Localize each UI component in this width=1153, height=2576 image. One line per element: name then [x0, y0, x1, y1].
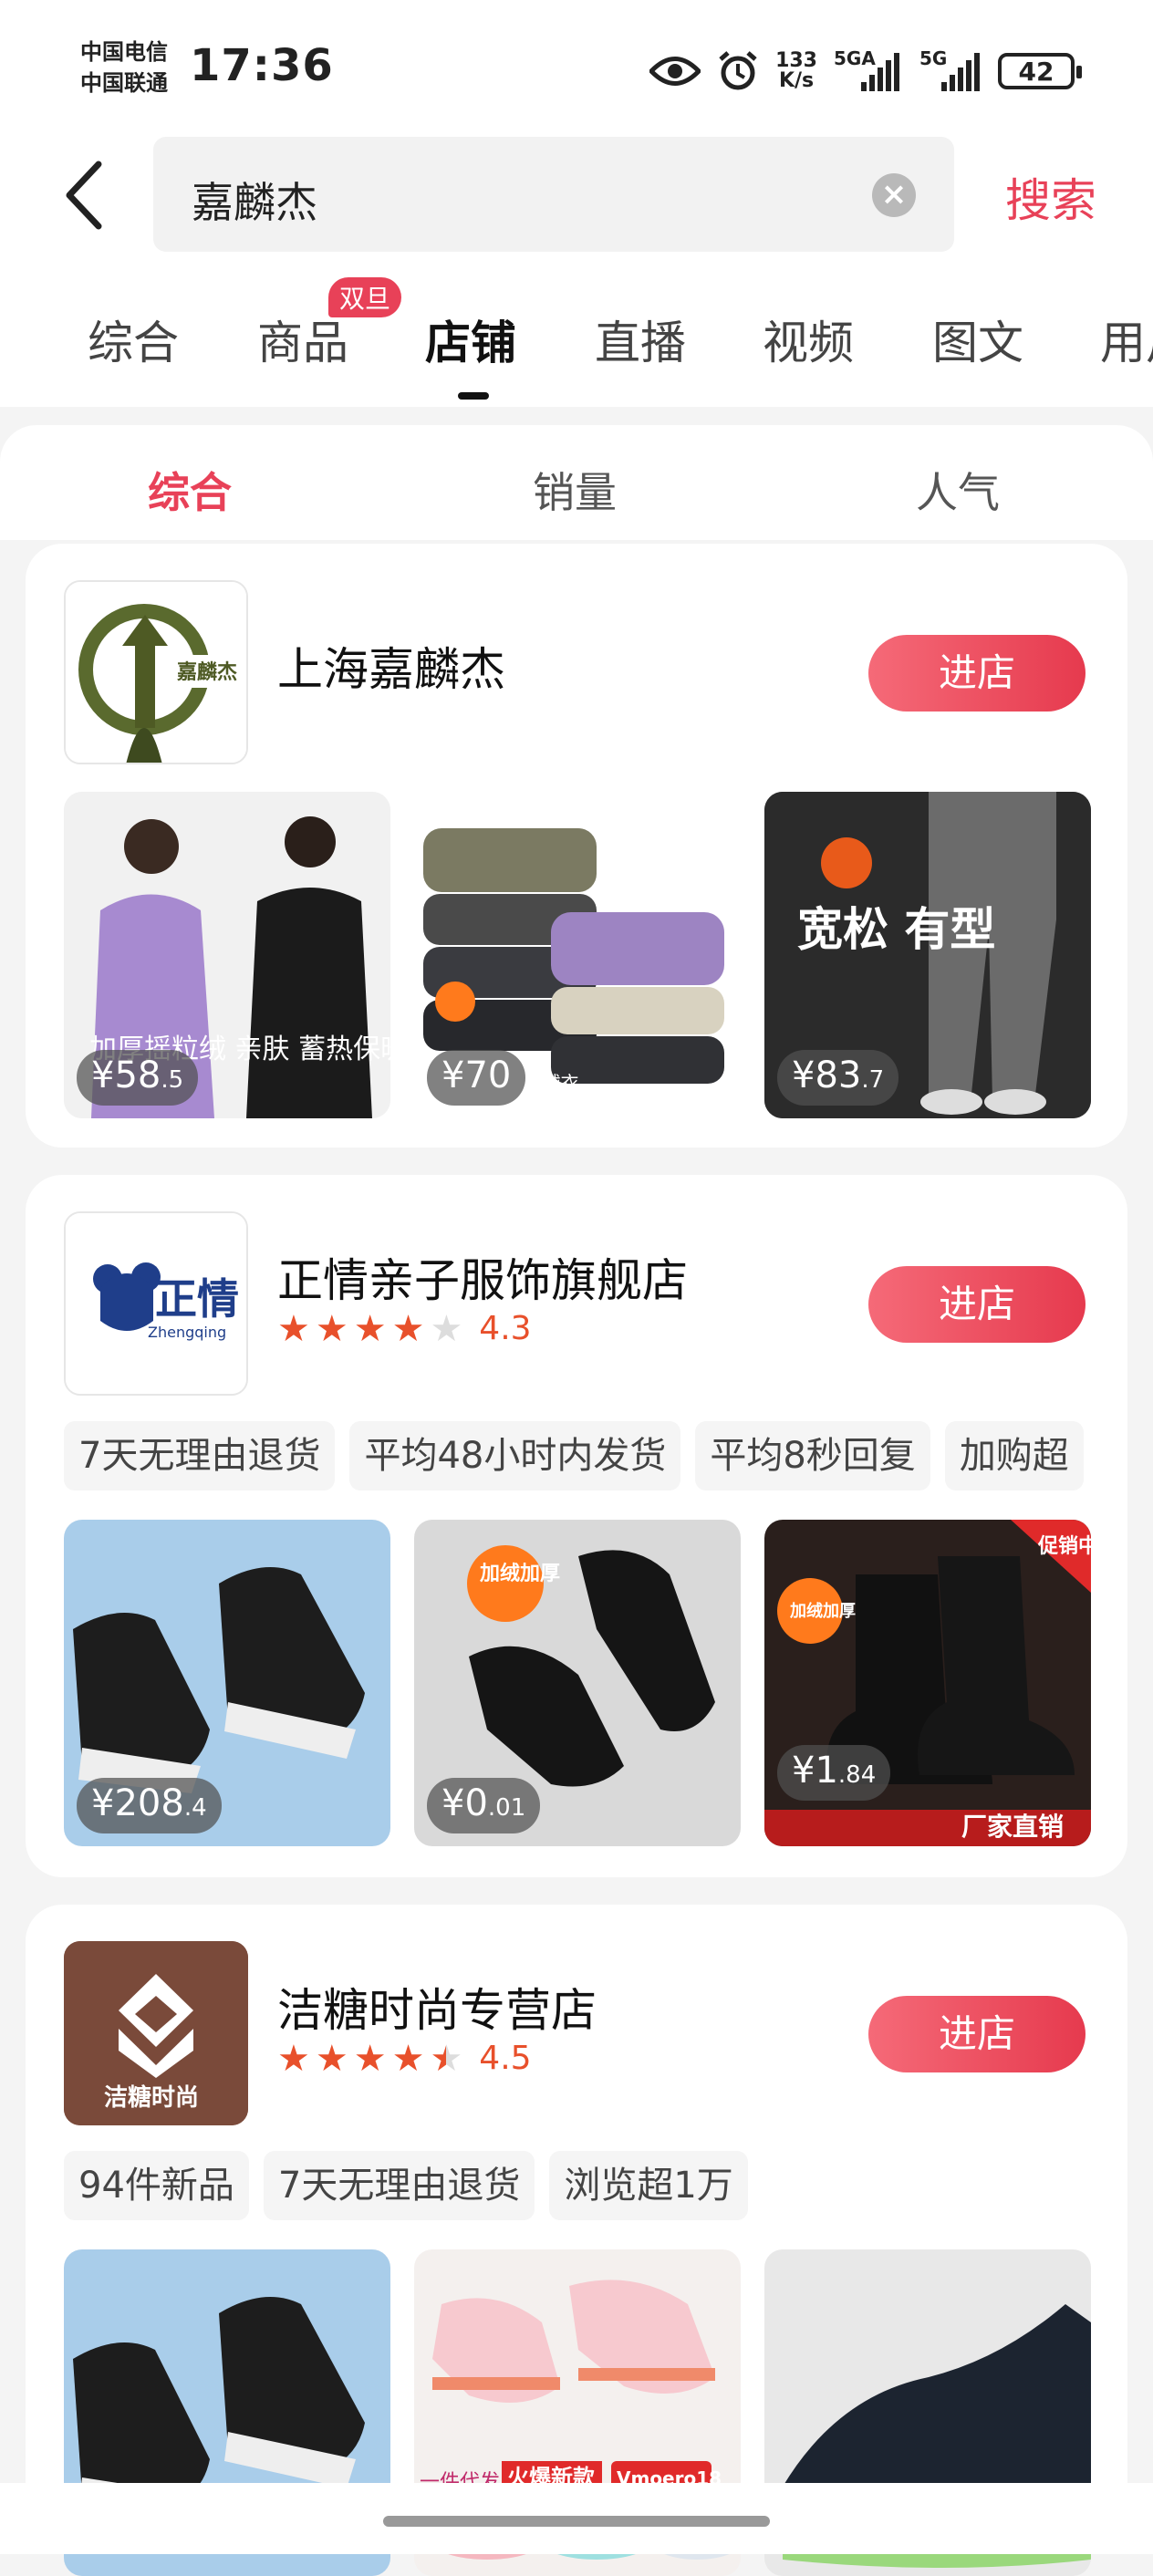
signal-5ga-icon: 5GA: [834, 47, 903, 91]
jietang-logo-icon: 洁糖时尚: [64, 1941, 248, 2125]
shop-rating: ★ ★ ★ ★ ★ 4.5: [277, 2040, 532, 2077]
product-item[interactable]: 450克加厚 抓绒衣 ¥70: [414, 792, 741, 1118]
star-icon: ★: [391, 2037, 425, 2080]
product-price: ¥58.5: [77, 1050, 199, 1106]
battery-icon: 42: [998, 53, 1082, 89]
product-price: ¥70: [427, 1050, 526, 1106]
shop-card[interactable]: 正情 Zhengqing 正情亲子服饰旗舰店 ★ ★ ★ ★ ★ 4.3 进店 …: [26, 1175, 1127, 1877]
signal-5g-icon: 5G: [919, 47, 982, 91]
logo-text: 洁糖时尚: [104, 2083, 199, 2112]
logo-subtext: Zhengqing: [148, 1324, 226, 1341]
search-tabs: 综合 商品 双旦 店铺 直播 视频 图文 用户: [0, 265, 1153, 407]
net-speed-unit: K/s: [778, 69, 815, 92]
tab-general[interactable]: 综合: [88, 306, 179, 372]
star-icon: ★: [277, 2037, 310, 2080]
active-tab-indicator: [458, 392, 489, 400]
enter-shop-button[interactable]: 进店: [868, 1266, 1085, 1343]
clear-icon[interactable]: ×: [872, 173, 916, 217]
shop-logo[interactable]: 正情 Zhengqing: [64, 1211, 248, 1396]
star-icon: ★: [277, 1307, 310, 1350]
net-speed: 133 K/s: [775, 51, 817, 91]
shop-name[interactable]: 洁糖时尚专营店: [277, 1974, 597, 2040]
zhengqing-logo-icon: 正情 Zhengqing: [66, 1213, 246, 1394]
star-icon: ★: [353, 2037, 387, 2080]
jialinjie-logo-icon: 嘉麟杰: [66, 582, 246, 763]
search-button[interactable]: 搜索: [1005, 164, 1096, 230]
shop-tags: 94件新品 7天无理由退货 浏览超1万: [64, 2151, 1127, 2220]
product-caption: 宽松 有型: [797, 903, 995, 956]
product-item[interactable]: 加绒加厚 ¥0.01: [414, 1520, 741, 1846]
carrier-labels: 中国电信 中国联通: [80, 36, 168, 99]
product-price: ¥208.4: [77, 1778, 222, 1833]
sort-bar: 综合 销量 人气: [0, 425, 1153, 540]
carrier-1: 中国电信: [80, 39, 168, 65]
sort-general[interactable]: 综合: [148, 460, 232, 520]
system-nav-bar: [0, 2483, 1153, 2554]
sort-popularity[interactable]: 人气: [916, 460, 1000, 520]
product-price: ¥0.01: [427, 1778, 541, 1833]
status-icons: 133 K/s 5GA 5G 42: [649, 46, 1082, 97]
product-row: 加厚摇粒绒 亲肤 蓄热保暖 ¥58.5 450克加厚 抓绒衣 ¥70: [64, 792, 1091, 1118]
net-speed-value: 133: [775, 49, 817, 72]
star-icon: ★: [353, 1307, 387, 1350]
shop-name[interactable]: 正情亲子服饰旗舰店: [277, 1244, 688, 1310]
star-icon: ★: [391, 1307, 425, 1350]
shop-tag: 7天无理由退货: [64, 1421, 336, 1491]
alarm-icon: [719, 51, 757, 90]
shop-card[interactable]: 洁糖时尚 洁糖时尚专营店 ★ ★ ★ ★ ★ 4.5 进店 94件新品 7天无理…: [26, 1905, 1127, 2576]
double-holiday-badge: 双旦: [328, 277, 402, 317]
product-row: ¥208.4 加绒加厚 ¥0.01 促销中 加绒加厚 厂家直销 ¥1.84: [64, 1520, 1091, 1846]
shop-tag: 浏览超1万: [549, 2151, 748, 2220]
tab-video[interactable]: 视频: [763, 306, 854, 372]
logo-text: 正情: [155, 1274, 239, 1324]
star-half-icon: ★: [430, 2037, 463, 2080]
star-empty-icon: ★: [430, 1307, 463, 1350]
back-arrow-icon[interactable]: [57, 159, 111, 232]
star-icon: ★: [315, 1307, 348, 1350]
shop-logo[interactable]: 嘉麟杰: [64, 580, 248, 764]
shop-logo[interactable]: 洁糖时尚: [64, 1941, 248, 2125]
product-item[interactable]: 宽松 有型 ¥83.7: [764, 792, 1091, 1118]
product-badge: 加绒加厚: [479, 1562, 560, 1585]
rating-score: 4.5: [479, 2040, 532, 2077]
shop-tag: 7天无理由退货: [263, 2151, 535, 2220]
tab-live[interactable]: 直播: [595, 306, 686, 372]
product-item[interactable]: ¥208.4: [64, 1520, 390, 1846]
search-input[interactable]: 嘉麟杰 ×: [153, 137, 954, 252]
logo-text: 嘉麟杰: [177, 660, 237, 684]
carrier-2: 中国联通: [80, 70, 168, 96]
shop-tag: 加购超: [944, 1421, 1084, 1491]
product-price: ¥83.7: [777, 1050, 899, 1106]
sort-sales[interactable]: 销量: [533, 460, 617, 520]
signal-5g-label: 5G: [919, 47, 948, 69]
shop-card[interactable]: 嘉麟杰 上海嘉麟杰 进店 加厚摇粒绒 亲肤 蓄热保暖 ¥58.5 抓绒衣 ¥70…: [26, 544, 1127, 1148]
rating-score: 4.3: [479, 1310, 532, 1347]
product-item[interactable]: 促销中 加绒加厚 厂家直销 ¥1.84: [764, 1520, 1091, 1846]
shop-tag: 94件新品: [64, 2151, 249, 2220]
tab-shops[interactable]: 店铺: [425, 306, 516, 372]
enter-shop-button[interactable]: 进店: [868, 1996, 1085, 2072]
shop-tag: 平均8秒回复: [695, 1421, 930, 1491]
product-footer: 厂家直销: [961, 1812, 1064, 1842]
shop-name[interactable]: 上海嘉麟杰: [277, 633, 505, 699]
product-price: ¥1.84: [777, 1745, 891, 1801]
tab-users[interactable]: 用户: [1100, 306, 1153, 372]
eye-icon: [649, 57, 701, 86]
search-header: 嘉麟杰 × 搜索: [0, 128, 1153, 265]
product-corner-label: 促销中: [1037, 1535, 1091, 1558]
shop-rating: ★ ★ ★ ★ ★ 4.3: [277, 1310, 532, 1347]
product-badge: 加绒加厚: [789, 1601, 856, 1621]
enter-shop-button[interactable]: 进店: [868, 635, 1085, 712]
product-item[interactable]: 加厚摇粒绒 亲肤 蓄热保暖 ¥58.5: [64, 792, 390, 1118]
star-icon: ★: [315, 2037, 348, 2080]
clock: 17:36: [190, 40, 334, 91]
status-bar: 中国电信 中国联通 17:36 133 K/s 5GA 5G 42: [0, 0, 1153, 128]
tab-posts[interactable]: 图文: [932, 306, 1023, 372]
home-indicator[interactable]: [383, 2516, 770, 2527]
search-query[interactable]: 嘉麟杰: [192, 170, 317, 230]
shop-tags: 7天无理由退货 平均48小时内发货 平均8秒回复 加购超: [64, 1421, 1127, 1491]
shop-tag: 平均48小时内发货: [349, 1421, 681, 1491]
signal-5ga-label: 5GA: [834, 47, 876, 69]
